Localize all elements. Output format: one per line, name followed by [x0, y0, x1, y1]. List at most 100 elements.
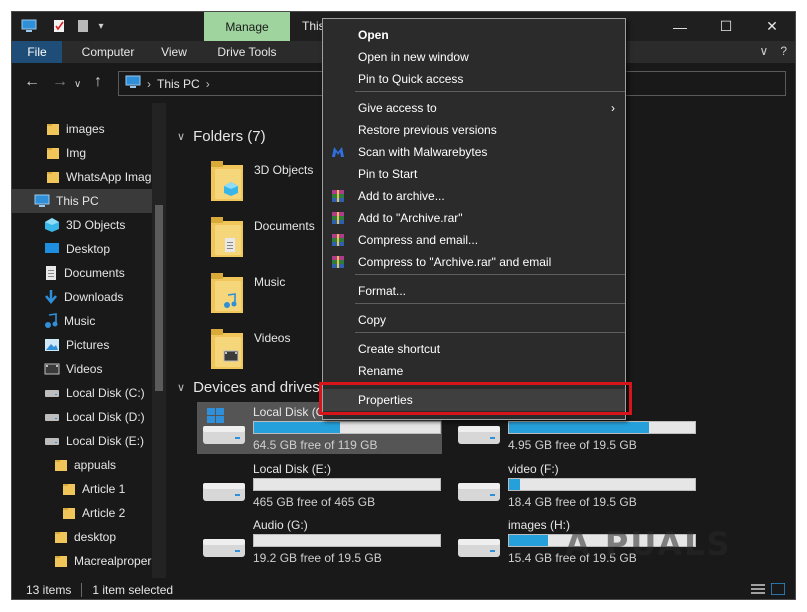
sidebar-item-local-disk-c[interactable]: Local Disk (C:): [12, 381, 152, 405]
tab-computer[interactable]: Computer: [74, 41, 142, 63]
tab-drive-tools[interactable]: Drive Tools: [204, 41, 290, 63]
quick-access-dropdown-icon[interactable]: ▾: [96, 18, 106, 34]
sidebar-item-article-1[interactable]: Article 1: [12, 477, 152, 501]
video-icon: [44, 362, 60, 376]
details-view-icon[interactable]: [751, 583, 765, 598]
sidebar-item-pictures[interactable]: Pictures: [12, 333, 152, 357]
drive-usage-fill: [509, 535, 549, 546]
menu-item-create-shortcut[interactable]: Create shortcut: [323, 338, 625, 360]
menu-item-label: Open: [358, 28, 389, 42]
menu-item-label: Add to "Archive.rar": [358, 211, 463, 225]
menu-item-copy[interactable]: Copy: [323, 309, 625, 331]
sidebar-item-local-disk-d[interactable]: Local Disk (D:): [12, 405, 152, 429]
maximize-button[interactable]: ☐: [703, 12, 749, 41]
sidebar-item-desktop[interactable]: Desktop: [12, 237, 152, 261]
recent-locations-icon[interactable]: ∨: [74, 77, 81, 93]
sidebar-item-img[interactable]: Img: [12, 141, 152, 165]
menu-item-label: Create shortcut: [358, 342, 441, 356]
menu-item-rename[interactable]: Rename: [323, 360, 625, 382]
folder-icon: [54, 554, 68, 568]
properties-quick-icon[interactable]: [52, 18, 66, 34]
sidebar-item-label: Local Disk (D:): [66, 410, 145, 424]
navigation-pane: images Img WhatsApp Imag This PC 3D Objects D…: [12, 103, 167, 578]
items-count: 13 items: [26, 582, 72, 597]
devices-section-header[interactable]: ∨ Devices and drives: [177, 379, 320, 396]
winrar-icon: [331, 233, 345, 247]
menu-item-add-to-archive-rar[interactable]: Add to "Archive.rar": [323, 207, 625, 229]
forward-arrow-icon[interactable]: →: [52, 74, 68, 90]
computer-icon: [34, 194, 50, 208]
menu-item-label: Format...: [358, 284, 407, 298]
watermark-text: A PUALS: [565, 525, 732, 563]
folder-icon: [54, 530, 68, 544]
menu-item-restore-previous-versions[interactable]: Restore previous versions: [323, 119, 625, 141]
menu-item-compress-and-email[interactable]: Compress and email...: [323, 229, 625, 251]
sidebar-item-label: desktop: [74, 530, 117, 544]
folder-icon: [54, 458, 68, 472]
drive-icon: [201, 408, 247, 451]
collapse-ribbon-icon[interactable]: ∨: [760, 44, 769, 58]
sidebar-item-downloads[interactable]: Downloads: [12, 285, 152, 309]
close-button[interactable]: ✕: [749, 12, 795, 41]
menu-item-format[interactable]: Format...: [323, 280, 625, 302]
tab-view[interactable]: View: [152, 41, 196, 63]
sidebar-item-article-2[interactable]: Article 2: [12, 501, 152, 525]
up-arrow-icon[interactable]: ↑: [94, 74, 102, 90]
sidebar-item-label: Local Disk (C:): [66, 386, 145, 400]
folder-icon: [46, 170, 60, 184]
folder-icon: [62, 482, 76, 496]
menu-item-pin-to-start[interactable]: Pin to Start: [323, 163, 625, 185]
cube-icon: [223, 181, 239, 200]
sidebar-item-label: Local Disk (E:): [66, 434, 145, 448]
sidebar-item-local-disk-e[interactable]: Local Disk (E:): [12, 429, 152, 453]
menu-item-open[interactable]: Open: [323, 24, 625, 46]
menu-item-label: Add to archive...: [358, 189, 445, 203]
menu-item-open-in-new-window[interactable]: Open in new window: [323, 46, 625, 68]
sidebar-item-label: Pictures: [66, 338, 110, 352]
minimize-button[interactable]: —: [657, 12, 703, 41]
sidebar-item-3d-objects[interactable]: 3D Objects: [12, 213, 152, 237]
sidebar-item-desktop[interactable]: desktop: [12, 525, 152, 549]
drive-name: video (F:): [508, 462, 559, 476]
sidebar-item-videos[interactable]: Videos: [12, 357, 152, 381]
drive-tile[interactable]: video (F:) 18.4 GB free of 19.5 GB: [452, 459, 697, 511]
drive-usage-fill: [254, 422, 340, 433]
menu-item-add-to-archive[interactable]: Add to archive...: [323, 185, 625, 207]
tiles-view-icon[interactable]: [770, 582, 786, 598]
menu-item-label: Give access to: [358, 101, 437, 115]
sidebar-item-macrealproper[interactable]: Macrealproper: [12, 549, 152, 573]
drive-usage-bar: [508, 478, 696, 491]
picture-icon: [44, 338, 60, 352]
winrar-icon: [331, 211, 345, 225]
drive-tile[interactable]: Audio (G:) 19.2 GB free of 19.5 GB: [197, 515, 442, 567]
document-icon: [223, 237, 237, 256]
chevron-right-icon: ›: [205, 76, 210, 91]
cube-icon: [44, 217, 60, 233]
menu-item-give-access-to[interactable]: Give access to ›: [323, 97, 625, 119]
new-folder-quick-icon[interactable]: [76, 18, 90, 34]
folders-section-header[interactable]: ∨ Folders (7): [177, 128, 266, 145]
menu-item-pin-to-quick-access[interactable]: Pin to Quick access: [323, 68, 625, 90]
sidebar-item-images[interactable]: images: [12, 117, 152, 141]
sidebar-item-this-pc[interactable]: This PC: [12, 189, 152, 213]
sidebar-item-music[interactable]: Music: [12, 309, 152, 333]
tab-file[interactable]: File: [12, 41, 62, 63]
drive-tile[interactable]: Local Disk (E:) 465 GB free of 465 GB: [197, 459, 442, 511]
sidebar-item-label: Videos: [66, 362, 103, 376]
sidebar-item-label: Music: [64, 314, 96, 328]
sidebar-item-documents[interactable]: Documents: [12, 261, 152, 285]
devices-header-label: Devices and drives: [193, 379, 320, 396]
menu-item-compress-to-archive-rar-and-email[interactable]: Compress to "Archive.rar" and email: [323, 251, 625, 273]
sidebar-item-whatsapp-imag[interactable]: WhatsApp Imag: [12, 165, 152, 189]
drive-name: Local Disk (E:): [253, 462, 332, 476]
back-arrow-icon[interactable]: ←: [24, 74, 40, 90]
manage-tab[interactable]: Manage: [204, 12, 290, 41]
sidebar-scrollbar-thumb[interactable]: [155, 205, 163, 391]
sidebar-item-appuals[interactable]: appuals: [12, 453, 152, 477]
menu-item-label: Compress and email...: [358, 233, 479, 247]
menu-item-scan-with-malwarebytes[interactable]: Scan with Malwarebytes: [323, 141, 625, 163]
menu-item-label: Restore previous versions: [358, 123, 497, 137]
drive-free-space: 4.95 GB free of 19.5 GB: [508, 438, 637, 452]
computer-icon[interactable]: [20, 18, 38, 34]
help-icon[interactable]: ?: [780, 44, 787, 58]
